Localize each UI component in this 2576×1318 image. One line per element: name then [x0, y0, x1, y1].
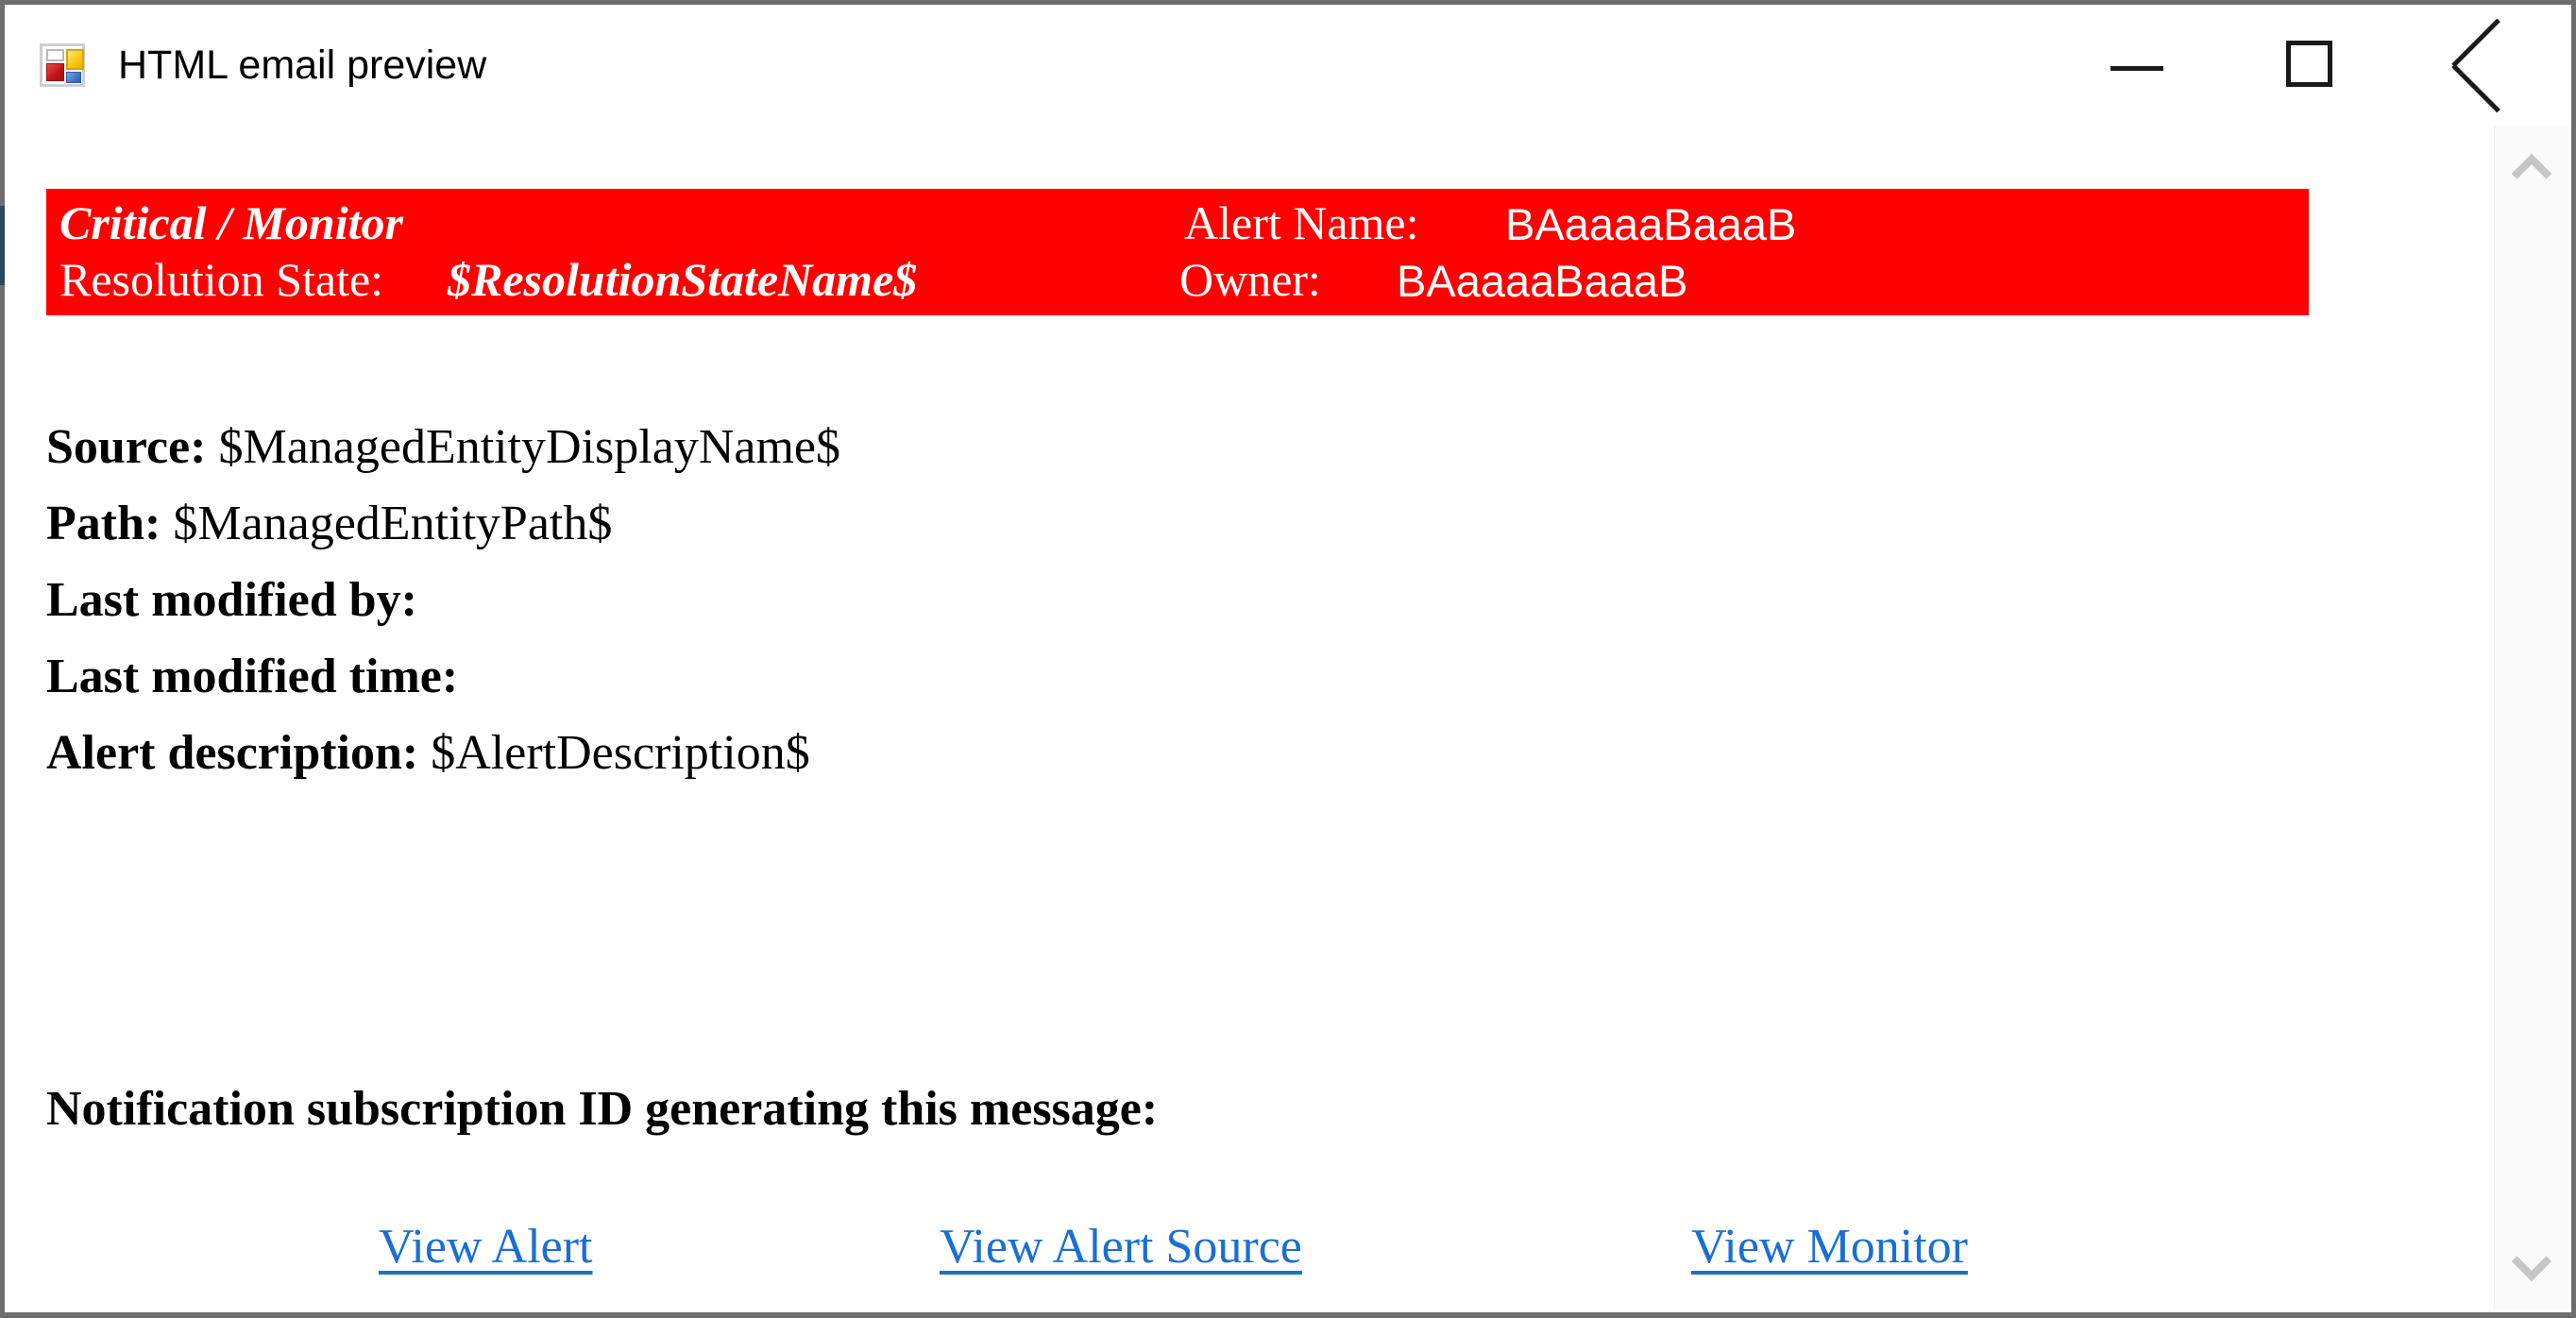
resolution-state-value: $ResolutionStateName$: [448, 253, 918, 306]
alert-banner: Critical / Monitor Alert Name: BAaaaaBaa…: [46, 189, 2309, 315]
alert-name-value: BAaaaaBaaaB: [1505, 199, 1797, 249]
maximize-button[interactable]: [2231, 5, 2382, 109]
owner-value: BAaaaaBaaaB: [1397, 256, 1688, 306]
detail-label: Alert description:: [46, 726, 419, 780]
chevron-up-icon: [2511, 153, 2552, 194]
resolution-state-label: Resolution State:: [59, 253, 384, 306]
app-window: HTML email preview Critical / Monitor Al…: [0, 0, 2576, 1318]
detail-value: $ManagedEntityPath$: [173, 497, 613, 550]
detail-value: $ManagedEntityDisplayName$: [218, 420, 840, 474]
view-alert-source-link[interactable]: View Alert Source: [940, 1216, 1302, 1278]
title-bar[interactable]: HTML email preview: [5, 5, 2571, 126]
detail-row-path: Path: $ManagedEntityPath$: [46, 485, 2313, 562]
view-alert-link[interactable]: View Alert: [379, 1216, 592, 1278]
close-icon: [2453, 41, 2502, 90]
detail-row-source: Source: $ManagedEntityDisplayName$: [46, 409, 2313, 485]
alert-banner-row-1: Critical / Monitor Alert Name: BAaaaaBaa…: [46, 194, 2309, 253]
notification-subscription-heading: Notification subscription ID generating …: [46, 1082, 1159, 1136]
maximize-icon: [2286, 41, 2332, 87]
alert-details-block: Source: $ManagedEntityDisplayName$ Path:…: [46, 409, 2313, 791]
window-title: HTML email preview: [118, 42, 487, 88]
minimize-icon: [2110, 66, 2163, 71]
view-monitor-link[interactable]: View Monitor: [1691, 1216, 1968, 1278]
chevron-down-icon: [2511, 1241, 2552, 1282]
close-button[interactable]: [2401, 5, 2552, 109]
app-icon-yellow-tile: [66, 49, 84, 70]
app-icon-blue-tile: [66, 72, 81, 83]
minimize-button[interactable]: [2061, 5, 2212, 109]
app-icon-white-tile: [46, 49, 64, 61]
scroll-down-button[interactable]: [2495, 1226, 2572, 1304]
app-icon-red-tile: [46, 63, 64, 81]
detail-row-alert-description: Alert description: $AlertDescription$: [46, 715, 2313, 791]
detail-label: Last modified by:: [46, 573, 417, 627]
scroll-up-button[interactable]: [2495, 131, 2572, 209]
detail-row-last-modified-by: Last modified by:: [46, 562, 2313, 638]
owner-label: Owner:: [1179, 253, 1321, 306]
alert-banner-row-2: Resolution State: $ResolutionStateName$ …: [46, 250, 2309, 310]
vertical-scrollbar[interactable]: [2494, 126, 2571, 1310]
detail-label: Path:: [46, 497, 161, 550]
preview-links-row: View Alert View Alert Source View Monito…: [5, 1216, 2309, 1282]
alert-name-label: Alert Name:: [1184, 196, 1419, 249]
detail-label: Last modified time:: [46, 650, 459, 703]
app-icon: [40, 43, 85, 87]
email-preview-content: Critical / Monitor Alert Name: BAaaaaBaa…: [5, 126, 2494, 1310]
detail-label: Source:: [46, 420, 207, 474]
alert-severity-label: Critical / Monitor: [59, 196, 403, 249]
detail-row-last-modified-time: Last modified time:: [46, 638, 2313, 715]
detail-value: $AlertDescription$: [431, 726, 810, 780]
